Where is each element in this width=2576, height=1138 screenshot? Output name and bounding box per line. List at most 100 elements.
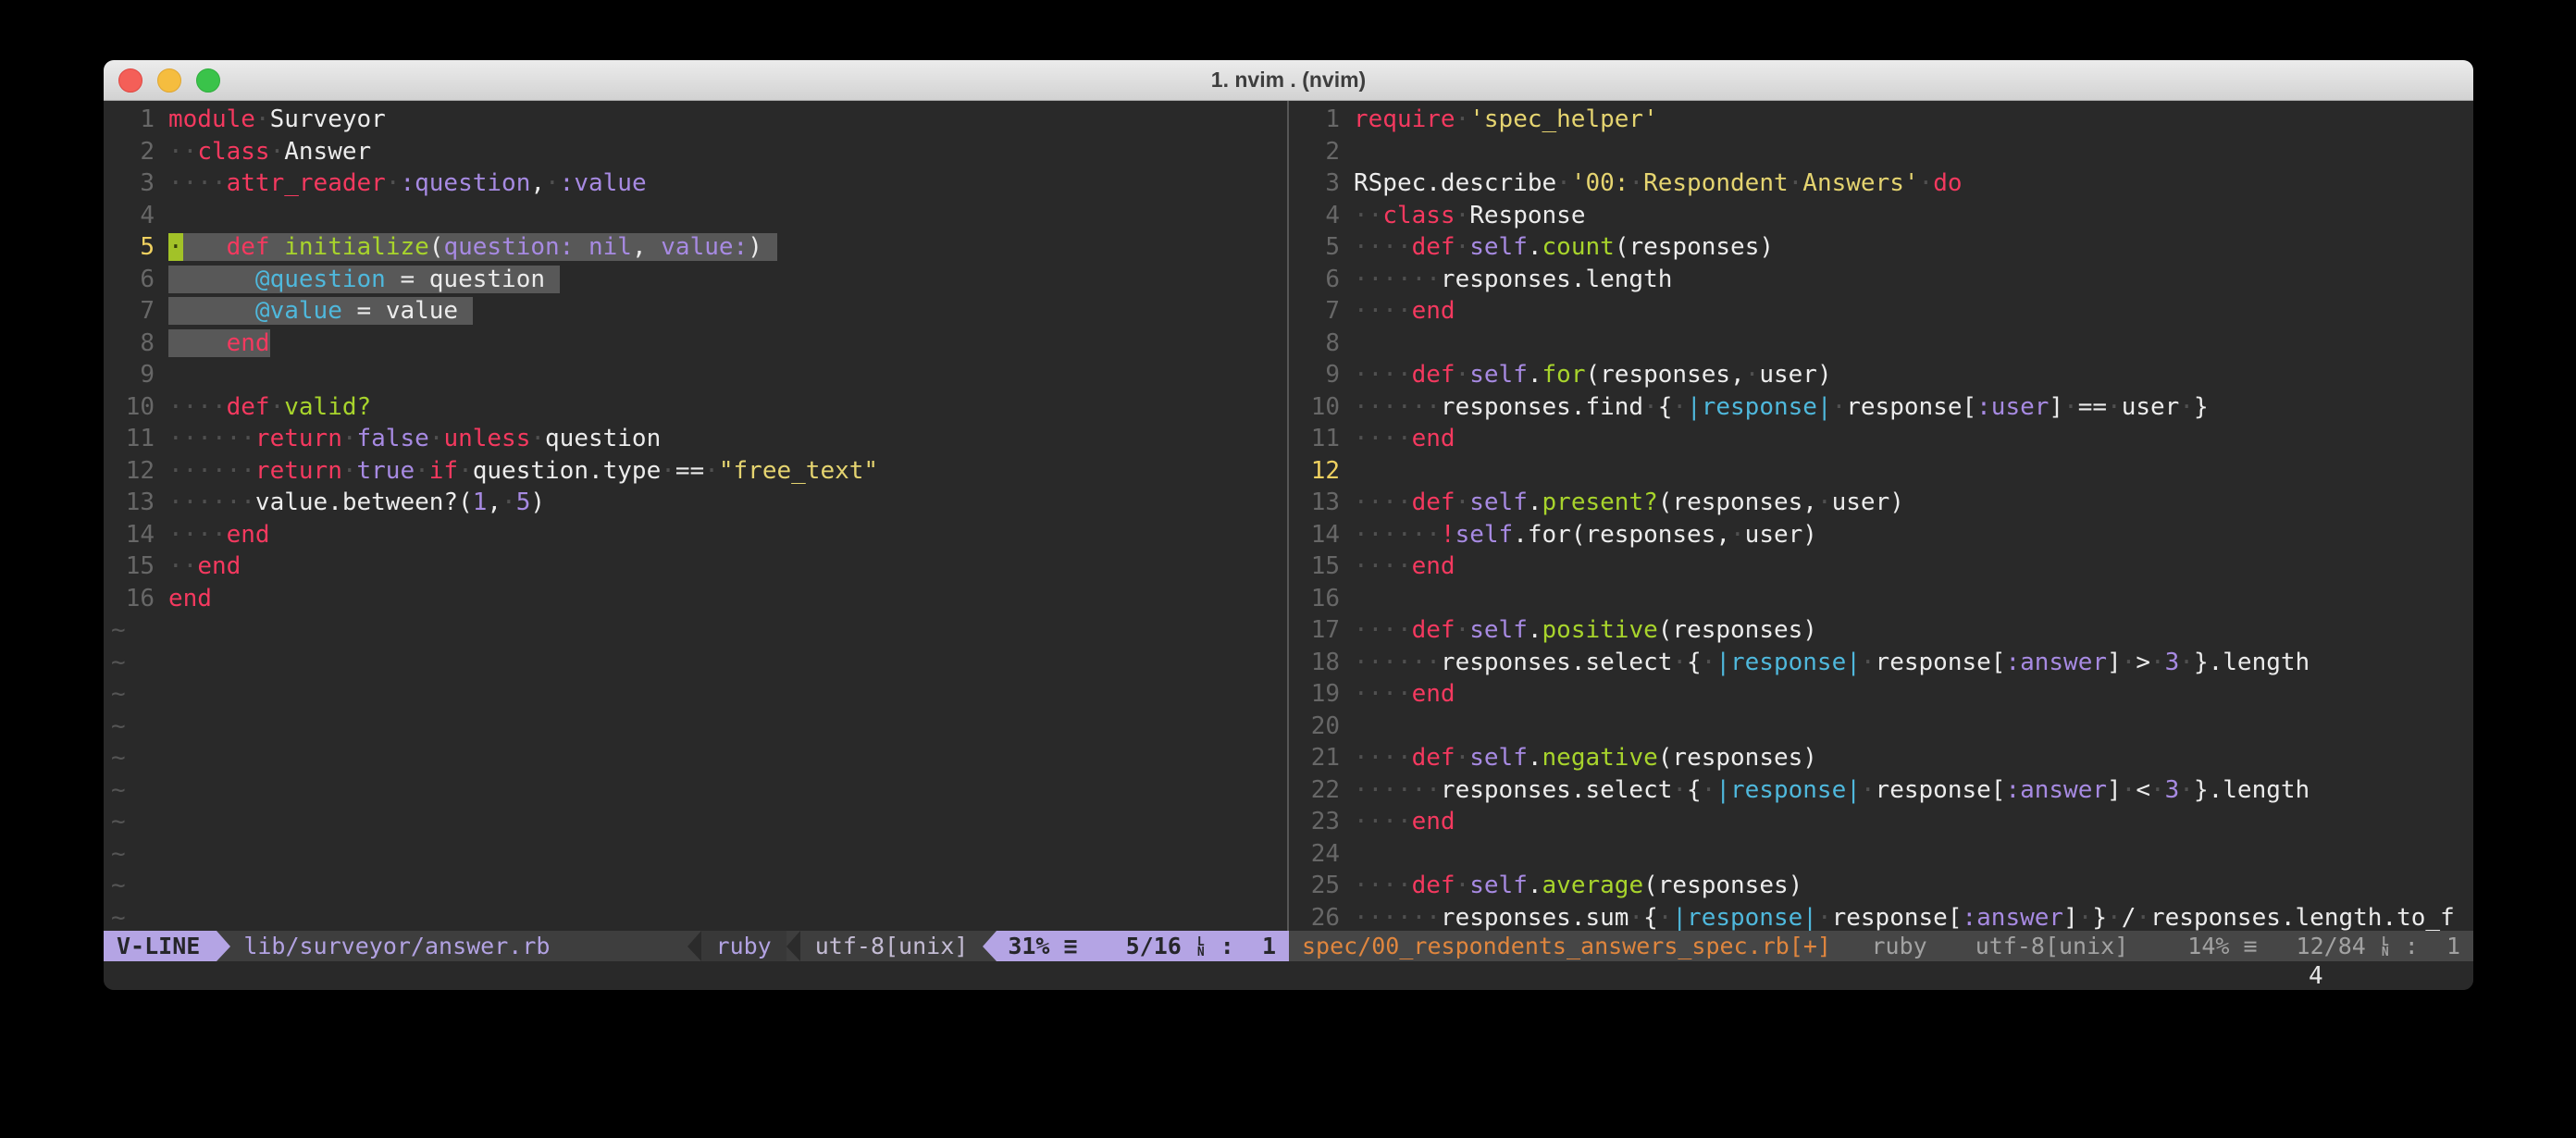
code-line: 6 @question = question	[111, 264, 1287, 296]
line-number: 14	[111, 519, 155, 551]
tilde-marker: ~	[111, 614, 126, 647]
linenr-icon: ≡	[2243, 931, 2257, 961]
tilde-marker: ~	[111, 806, 126, 838]
line-number: 11	[111, 423, 155, 455]
colon-separator: :	[2405, 931, 2419, 961]
code-text: ······responses.find·{·|response|·respon…	[1354, 391, 2209, 424]
line-number: 3	[111, 167, 155, 200]
code-line: 14 ······!self.for(responses,·user)	[1296, 519, 2473, 551]
code-text: ··class·Response	[1354, 200, 1585, 232]
code-line: 4	[111, 200, 1287, 232]
code-text: ······responses.sum·{·|response|·respons…	[1354, 902, 2455, 932]
position-info: 31% ≡5/16 LN : 1	[997, 931, 1289, 961]
editor-area: 1module·Surveyor2··class·Answer3····attr…	[104, 101, 2473, 931]
empty-buffer-line: ~	[111, 774, 1287, 807]
line-number: 1	[1296, 104, 1340, 136]
code-line: 1module·Surveyor	[111, 104, 1287, 136]
line-number: 16	[1296, 583, 1340, 615]
line-number: 7	[111, 295, 155, 328]
line-number: 6	[1296, 264, 1340, 296]
status-row: V-LINE lib/surveyor/answer.rb ruby utf-8…	[104, 931, 2473, 961]
terminal-window[interactable]: 1. nvim . (nvim) 1module·Surveyor2··clas…	[104, 60, 2473, 990]
close-button[interactable]	[118, 68, 142, 93]
line-number: 18	[1296, 647, 1340, 679]
code-text: ····end	[168, 519, 270, 551]
code-line: 11····end	[1296, 423, 2473, 455]
column-number: 1	[2446, 931, 2460, 961]
code-line: 2··class·Answer	[111, 136, 1287, 168]
line-number: 4	[1296, 200, 1340, 232]
line-number: 10	[111, 391, 155, 424]
line-number: 13	[111, 487, 155, 519]
code-text: ····end	[1354, 295, 1455, 328]
titlebar[interactable]: 1. nvim . (nvim)	[104, 60, 2473, 101]
line-number: 9	[111, 359, 155, 391]
tilde-marker: ~	[111, 711, 126, 743]
line-number: 2	[1296, 136, 1340, 168]
code-text: ······responses.length	[1354, 264, 1672, 296]
file-path: lib/surveyor/answer.rb	[230, 931, 687, 961]
code-line: 18 ······responses.select·{·|response|·re…	[1296, 647, 2473, 679]
code-text: ····def·self.present?(responses,·user)	[1354, 487, 1904, 519]
encoding-indicator: utf-8[unix]	[1975, 931, 2129, 961]
linenr-icon: ≡	[1064, 931, 1078, 961]
showcmd-pending-count: 4	[2309, 961, 2323, 990]
line-number: 19	[1296, 678, 1340, 711]
empty-buffer-line: ~	[111, 678, 1287, 711]
code-line: 20	[1296, 711, 2473, 743]
code-line: 8 end	[111, 328, 1287, 360]
line-number: 14	[1296, 519, 1340, 551]
screen: 1. nvim . (nvim) 1module·Surveyor2··clas…	[0, 0, 2576, 1138]
zoom-button[interactable]	[196, 68, 220, 93]
code-line: 9····def·self.for(responses,·user)	[1296, 359, 2473, 391]
code-line: 16end	[111, 583, 1287, 615]
percent-through-file: 31%	[1008, 931, 1049, 961]
code-lines: 1require·'spec_helper'23RSpec.describe·'…	[1296, 104, 2473, 931]
empty-buffer-line: ~	[111, 902, 1287, 932]
code-text: RSpec.describe·'00:·Respondent·Answers'·…	[1354, 167, 1963, 200]
colon-separator: :	[1220, 931, 1234, 961]
code-text: @value = value	[168, 295, 473, 328]
code-text: @question = question	[168, 264, 560, 296]
empty-buffer-line: ~	[111, 838, 1287, 871]
code-line: 4 ··class·Response	[1296, 200, 2473, 232]
code-line: 19····end	[1296, 678, 2473, 711]
powerline-arrow-icon	[687, 931, 701, 961]
code-text: end	[168, 583, 212, 615]
code-text: ····attr_reader·:question,·:value	[168, 167, 647, 200]
code-text: ······value.between?(1,·5)	[168, 487, 545, 519]
line-number: 12	[111, 455, 155, 488]
code-text: ······return·true·if·question.type·==·"f…	[168, 455, 878, 488]
line-number: 11	[1296, 423, 1340, 455]
pane-left[interactable]: 1module·Surveyor2··class·Answer3 ····attr…	[104, 101, 1287, 931]
code-text: ····end	[1354, 550, 1455, 583]
code-line: 7····end	[1296, 295, 2473, 328]
traffic-lights	[118, 60, 220, 100]
code-text: ······!self.for(responses,·user)	[1354, 519, 1817, 551]
empty-buffer-line: ~	[111, 742, 1287, 774]
code-line: 8	[1296, 328, 2473, 360]
statusline-left: V-LINE lib/surveyor/answer.rb ruby utf-8…	[104, 931, 1289, 961]
code-text: module·Surveyor	[168, 104, 386, 136]
code-line: 14 ····end	[111, 519, 1287, 551]
code-text: ··end	[168, 550, 241, 583]
line-number: 5	[111, 231, 155, 264]
line-number: 2	[111, 136, 155, 168]
minimize-button[interactable]	[157, 68, 181, 93]
code-text: ······responses.select·{·|response|·resp…	[1354, 647, 2310, 679]
line-number: 6	[111, 264, 155, 296]
line-number: 10	[1296, 391, 1340, 424]
line-of-total: 12/84	[2297, 931, 2366, 961]
line-number: 15	[111, 550, 155, 583]
tilde-marker: ~	[111, 774, 126, 807]
pane-right[interactable]: 1require·'spec_helper'23RSpec.describe·'…	[1287, 101, 2473, 931]
line-number: 15	[1296, 550, 1340, 583]
tilde-marker: ~	[111, 838, 126, 871]
tilde-marker: ~	[111, 742, 126, 774]
command-line[interactable]: 4	[104, 961, 2473, 990]
code-text: · def initialize(question: nil, value:)	[168, 231, 777, 264]
code-line: 17····def·self.positive(responses)	[1296, 614, 2473, 647]
code-text: ····def·self.count(responses)	[1354, 231, 1774, 264]
line-number: 13	[1296, 487, 1340, 519]
column-number: 1	[1262, 931, 1276, 961]
